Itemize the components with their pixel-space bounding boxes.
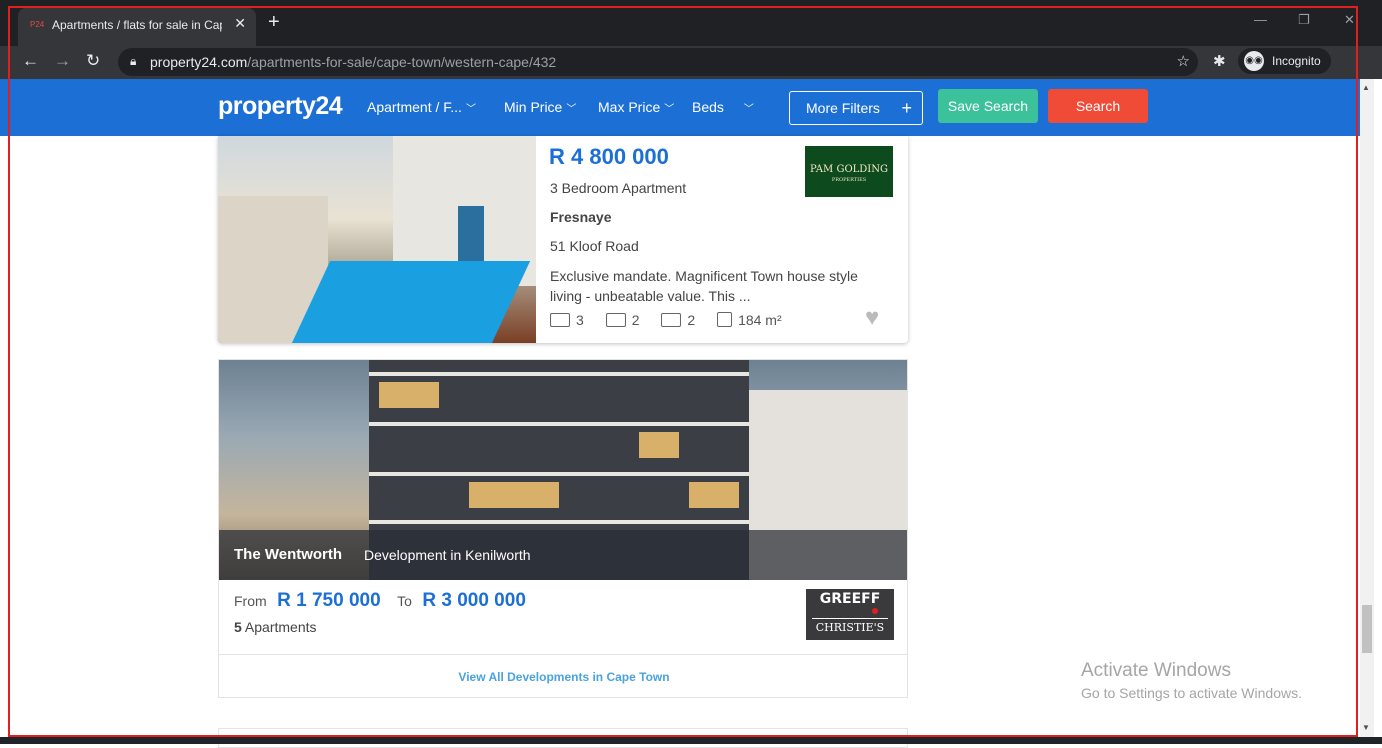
units-count: 5 [234,619,242,635]
garages-count: 2 [687,312,696,328]
from-price: R 1 750 000 [277,590,381,611]
new-tab-button[interactable]: + [268,12,280,32]
site-header: property24 Apartment / F... ﹀ Min Price ﹀ … [0,79,1360,136]
listing-type: 3 Bedroom Apartment [550,180,687,196]
development-subtitle: Development in Kenilworth [364,547,531,563]
agency-name: PAM GOLDING [810,164,888,175]
bed-icon [550,313,570,327]
back-arrow-icon[interactable]: ← [22,51,39,71]
beds-label: Beds [692,99,724,115]
development-photo[interactable]: The Wentworth Development in Kenilworth [219,360,907,580]
floor-size-icon [717,312,733,327]
url-path: /apartments-for-sale/cape-town/western-c… [247,54,557,70]
property-type-label: Apartment / F... [367,99,462,115]
listing-price[interactable]: R 4 800 000 [549,144,669,170]
from-label: From [234,593,267,609]
extensions-puzzle-icon[interactable]: ✱ [1213,52,1226,70]
units-label: Apartments [241,619,317,635]
restore-icon[interactable]: ❐ [1298,12,1310,28]
bathrooms-feature: 2 [605,312,640,328]
address-bar[interactable]: 🔒︎ property24.com/apartments-for-sale/ca… [118,48,1198,76]
window-close-icon[interactable]: ✕ [1344,12,1355,28]
page-scrollbar[interactable]: ▲ ▼ [1360,79,1374,737]
max-price-dropdown[interactable]: Max Price ﹀ [598,99,674,115]
garages-feature: 2 [661,312,695,328]
greeff-christies-logo[interactable]: GREEFF CHRISTIE'S [806,589,894,640]
car-icon [661,313,682,327]
listing-photo[interactable] [218,136,536,343]
min-price-label: Min Price [504,99,563,115]
browser-toolbar: ← → ↻ 🔒︎ property24.com/apartments-for-s… [0,46,1382,79]
to-label: To [397,593,412,609]
bookmark-star-icon[interactable]: ☆ [1177,52,1190,70]
browser-tab-bar: P24 Apartments / flats for sale in Cape … [0,0,1382,46]
tab-title: Apartments / flats for sale in Cape Town [52,18,222,32]
scroll-down-arrow-icon[interactable]: ▼ [1362,723,1370,732]
floor-size: 184 m² [738,312,782,328]
plus-icon: + [901,98,912,118]
more-filters-button[interactable]: More Filters + [789,91,923,125]
chevron-down-icon: ﹀ [566,104,577,115]
url-text[interactable]: property24.com/apartments-for-sale/cape-… [150,54,556,70]
max-price-label: Max Price [598,99,661,115]
min-price-dropdown[interactable]: Min Price ﹀ [504,99,576,115]
chevron-down-icon: ﹀ [743,104,754,115]
bathrooms-count: 2 [631,312,640,328]
development-units: 5 Apartments [234,619,317,635]
incognito-label: Incognito [1272,54,1321,68]
scrollbar-thumb[interactable] [1362,605,1372,653]
site-favicon-icon: P24 [30,20,45,29]
incognito-icon: ◉◉ [1244,51,1264,71]
to-price: R 3 000 000 [422,590,526,611]
activate-windows-title: Activate Windows [1081,660,1231,681]
property-type-dropdown[interactable]: Apartment / F... ﹀ [367,99,476,115]
lock-icon: 🔒︎ [130,54,137,68]
development-price-range: From R 1 750 000 To R 3 000 000 [234,590,538,612]
view-all-developments-link[interactable]: View All Developments in Cape Town [219,654,907,697]
minimize-icon[interactable]: — [1254,12,1267,27]
listing-features: 3 2 2 184 m² [550,312,800,328]
agency-line-1: GREEFF [819,591,881,607]
chevron-down-icon: ﹀ [465,104,476,115]
agency-subtitle: PROPERTIES [831,177,867,183]
floor-size-feature: 184 m² [717,312,782,328]
activate-windows-subtitle: Go to Settings to activate Windows. [1081,685,1302,701]
more-filters-label: More Filters [806,100,880,116]
incognito-indicator[interactable]: ◉◉ Incognito [1238,48,1331,74]
url-domain: property24.com [150,54,248,70]
property24-logo[interactable]: property24 [218,92,343,121]
forward-arrow-icon[interactable]: → [54,51,71,71]
pam-golding-logo[interactable]: PAM GOLDING PROPERTIES [805,146,893,197]
reload-icon[interactable]: ↻ [86,51,100,71]
development-card[interactable]: The Wentworth Development in Kenilworth … [218,359,908,698]
listing-description: Exclusive mandate. Magnificent Town hous… [550,268,858,304]
agency-line-2: CHRISTIE'S [815,621,885,634]
browser-menu-icon[interactable]: ⋮ [1349,51,1365,71]
save-search-button[interactable]: Save Search [938,89,1038,123]
scroll-up-arrow-icon[interactable]: ▲ [1362,83,1370,92]
development-caption-bar: The Wentworth Development in Kenilworth [219,530,907,580]
windows-taskbar [0,737,1382,744]
listing-suburb: Fresnaye [550,209,612,225]
listing-card[interactable]: R 4 800 000 3 Bedroom Apartment Fresnaye… [218,136,908,343]
listing-address: 51 Kloof Road [550,238,639,254]
bedrooms-feature: 3 [550,312,584,328]
bedrooms-count: 3 [576,312,584,328]
browser-tab[interactable]: P24 Apartments / flats for sale in Cape … [18,8,256,46]
search-button[interactable]: Search [1048,89,1148,123]
chevron-down-icon: ﹀ [664,104,675,115]
development-name[interactable]: The Wentworth [234,546,342,563]
beds-dropdown[interactable]: Beds ﹀ [692,99,754,115]
bath-icon [605,313,626,327]
favourite-heart-icon[interactable]: ♥ [865,304,879,332]
tab-close-icon[interactable]: ✕ [234,15,246,32]
